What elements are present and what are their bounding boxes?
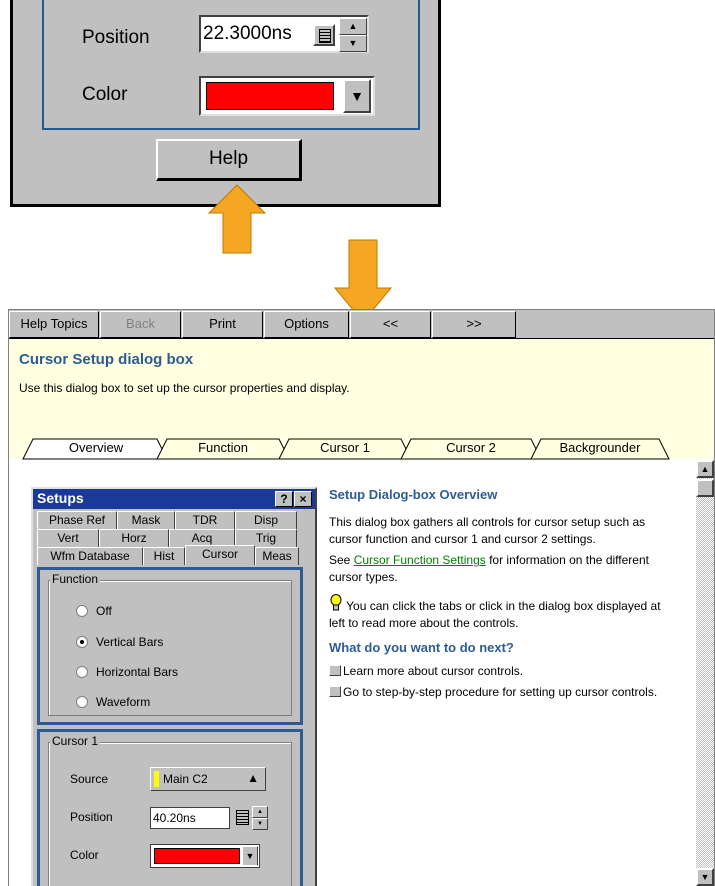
- lightbulb-icon: [330, 594, 342, 611]
- source-value: Main C2: [163, 772, 208, 786]
- learn-more-item[interactable]: Learn more about cursor controls.: [329, 663, 679, 680]
- function-group-label: Function: [50, 572, 101, 586]
- setups-tab-disp[interactable]: Disp: [235, 511, 297, 529]
- c1-position-value: 40.20ns: [153, 811, 196, 825]
- back-button[interactable]: Back: [100, 311, 181, 338]
- c1-position-spinner[interactable]: ▲ ▼: [252, 806, 268, 830]
- options-button[interactable]: Options: [264, 311, 349, 338]
- position-spinner[interactable]: ▲ ▼: [339, 18, 367, 52]
- setups-titlebar: Setups ? ×: [33, 489, 315, 509]
- radio-off[interactable]: Off: [76, 604, 112, 618]
- spin-up-icon[interactable]: ▲: [339, 18, 367, 35]
- spin-up-icon[interactable]: ▲: [252, 806, 268, 818]
- previous-topic-button[interactable]: <<: [350, 311, 431, 338]
- c1-color-swatch: [154, 848, 240, 864]
- color-label: Color: [82, 84, 128, 105]
- scroll-down-icon[interactable]: ▼: [696, 868, 714, 886]
- cursor-function-settings-link[interactable]: Cursor Function Settings: [354, 553, 486, 567]
- setups-tab-horz[interactable]: Horz: [99, 529, 169, 547]
- article-heading: Setup Dialog-box Overview: [329, 487, 498, 502]
- help-icon[interactable]: ?: [275, 491, 293, 507]
- cursor-setup-dialog-fragment: Position 22.3000ns ▲ ▼ Color ▼ Help: [10, 0, 441, 207]
- keypad-icon[interactable]: [313, 24, 335, 46]
- jump-button-icon[interactable]: [329, 665, 341, 676]
- setups-tab-vert[interactable]: Vert: [37, 529, 99, 547]
- position-label: Position: [82, 27, 150, 48]
- position-value: 22.3000ns: [203, 23, 292, 44]
- source-dropdown[interactable]: Main C2 ▲: [150, 767, 266, 791]
- help-header: Cursor Setup dialog box Use this dialog …: [9, 339, 714, 460]
- triangle-up-icon: ▲: [247, 771, 259, 785]
- radio-waveform[interactable]: Waveform: [76, 695, 150, 709]
- chevron-down-icon[interactable]: ▼: [242, 846, 258, 866]
- c1-color-dropdown[interactable]: ▼: [150, 844, 260, 868]
- setups-tab-mask[interactable]: Mask: [117, 511, 175, 529]
- next-topic-button[interactable]: >>: [432, 311, 516, 338]
- c1-position-label: Position: [70, 810, 113, 824]
- function-group[interactable]: Function Off Vertical Bars Horizontal Ba…: [37, 567, 303, 725]
- help-toolbar: Help Topics Back Print Options << >>: [9, 310, 714, 339]
- color-dropdown[interactable]: ▼: [199, 76, 375, 116]
- help-content: Setups ? × Phase Ref Mask TDR Disp Vert …: [9, 460, 697, 886]
- arrow-up-icon: [207, 184, 267, 254]
- help-topics-button[interactable]: Help Topics: [9, 311, 99, 338]
- cursor1-group[interactable]: Cursor 1 Source Main C2 ▲ Position 40.20…: [37, 729, 303, 886]
- cursor-group-box: Position 22.3000ns ▲ ▼ Color ▼: [42, 0, 420, 130]
- setups-tab-cursor[interactable]: Cursor: [185, 545, 255, 565]
- position-input[interactable]: 22.3000ns ▲ ▼: [199, 15, 369, 53]
- step-by-step-item[interactable]: Go to step-by-step procedure for setting…: [329, 684, 679, 701]
- c1-color-label: Color: [70, 848, 99, 862]
- tab-function[interactable]: Function: [167, 438, 279, 459]
- radio-vertical-bars[interactable]: Vertical Bars: [76, 635, 163, 649]
- spin-down-icon[interactable]: ▼: [339, 35, 367, 52]
- article-para: This dialog box gathers all controls for…: [329, 515, 646, 546]
- close-icon[interactable]: ×: [294, 491, 312, 507]
- c1-position-input[interactable]: 40.20ns: [150, 807, 230, 829]
- radio-icon: [76, 605, 88, 617]
- setups-tab-hist[interactable]: Hist: [143, 547, 185, 565]
- setups-dialog-image[interactable]: Setups ? × Phase Ref Mask TDR Disp Vert …: [31, 487, 317, 886]
- setups-title: Setups: [37, 490, 84, 506]
- chevron-down-icon[interactable]: ▼: [343, 79, 371, 113]
- setups-tab-wfm-database[interactable]: Wfm Database: [37, 547, 143, 565]
- setups-tab-phase-ref[interactable]: Phase Ref: [37, 511, 117, 529]
- keypad-icon[interactable]: [236, 810, 249, 825]
- radio-icon: [76, 666, 88, 678]
- help-button[interactable]: Help: [156, 139, 302, 181]
- intro-text: Use this dialog box to set up the cursor…: [19, 381, 350, 395]
- help-article: Setup Dialog-box Overview This dialog bo…: [329, 487, 679, 701]
- tab-cursor-1[interactable]: Cursor 1: [289, 438, 401, 459]
- spin-down-icon[interactable]: ▼: [252, 818, 268, 830]
- tab-cursor-2[interactable]: Cursor 2: [411, 438, 531, 459]
- scroll-thumb[interactable]: [696, 479, 714, 497]
- help-window: Help Topics Back Print Options << >> Cur…: [8, 309, 715, 886]
- source-label: Source: [70, 772, 109, 786]
- next-heading: What do you want to do next?: [329, 640, 514, 655]
- setups-tab-meas[interactable]: Meas: [255, 547, 299, 565]
- print-button[interactable]: Print: [182, 311, 263, 338]
- scroll-up-icon[interactable]: ▲: [696, 460, 714, 478]
- radio-horizontal-bars[interactable]: Horizontal Bars: [76, 665, 178, 679]
- jump-button-icon[interactable]: [329, 686, 341, 697]
- radio-icon: [76, 696, 88, 708]
- color-swatch: [206, 82, 334, 110]
- source-color-bar: [154, 771, 159, 787]
- article-see-para: See Cursor Function Settings for informa…: [329, 553, 649, 584]
- tab-backgrounder[interactable]: Backgrounder: [541, 438, 659, 459]
- setups-tab-tdr[interactable]: TDR: [175, 511, 235, 529]
- article-tip: You can click the tabs or click in the d…: [329, 594, 679, 632]
- cursor1-group-label: Cursor 1: [50, 734, 101, 748]
- page-title: Cursor Setup dialog box: [19, 351, 194, 368]
- tab-overview[interactable]: Overview: [35, 438, 157, 459]
- vertical-scrollbar[interactable]: ▲ ▼: [696, 460, 714, 886]
- radio-checked-icon: [76, 636, 88, 648]
